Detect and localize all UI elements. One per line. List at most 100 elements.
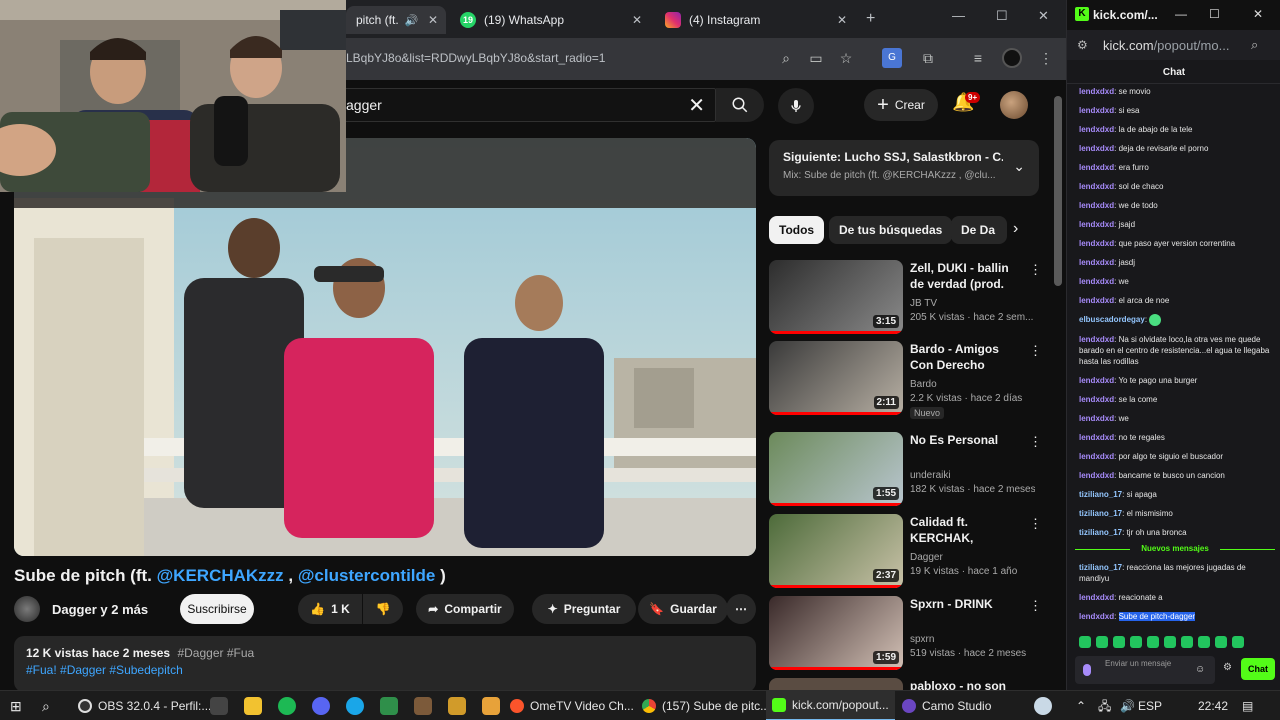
menu-kebab-icon[interactable]: ⋮ <box>1036 48 1056 68</box>
video-thumbnail[interactable]: 2:37 <box>769 514 903 588</box>
taskbar-app-brave[interactable]: OmeTV Video Ch... <box>504 691 640 720</box>
mention-link[interactable]: @clustercontilde <box>298 566 436 585</box>
up-next-panel[interactable]: Siguiente: Lucho SSJ, Salastkbron - C...… <box>769 140 1039 196</box>
chat-username[interactable]: lendxdxd <box>1079 239 1114 248</box>
chevron-right-icon[interactable]: › <box>1013 220 1018 238</box>
taskbar-app-chrome[interactable]: (157) Sube de pitc... <box>636 691 776 720</box>
recommendation-item[interactable]: pabloxo - no son <box>769 678 1039 690</box>
recommendation-channel[interactable]: Dagger <box>910 552 943 563</box>
chat-message-input[interactable]: Enviar un mensaje ☺ <box>1075 656 1215 684</box>
account-avatar[interactable] <box>1000 91 1028 119</box>
channel-avatar[interactable] <box>14 596 40 622</box>
tab-instagram[interactable]: (4) Instagram ✕ <box>655 6 855 34</box>
recommendation-channel[interactable]: Bardo <box>910 379 937 390</box>
video-thumbnail[interactable]: 3:15 <box>769 260 903 334</box>
translate-icon[interactable]: G <box>882 48 902 68</box>
emote-icon[interactable] <box>1164 636 1176 648</box>
scrollbar[interactable] <box>1054 96 1062 286</box>
emote-icon[interactable] <box>1215 636 1227 648</box>
site-info-icon[interactable]: ⚙ <box>1077 38 1088 52</box>
subscribe-button[interactable]: Suscribirse <box>180 594 254 624</box>
chat-username[interactable]: lendxdxd <box>1079 593 1114 602</box>
chat-username[interactable]: tiziliano_17 <box>1079 509 1122 518</box>
chat-username[interactable]: lendxdxd <box>1079 414 1114 423</box>
mention-link[interactable]: @KERCHAKzzz <box>157 566 284 585</box>
emote-icon[interactable] <box>1130 636 1142 648</box>
clock[interactable]: 22:42 <box>1198 696 1228 716</box>
recommendation-item[interactable]: 1:59 Spxrn - DRINK spxrn 519 vistas · ha… <box>769 596 1042 674</box>
chat-username[interactable]: lendxdxd <box>1079 277 1114 286</box>
video-thumbnail[interactable]: 1:55 <box>769 432 903 506</box>
app-icon[interactable] <box>482 697 500 715</box>
chat-username[interactable]: lendxdxd <box>1079 258 1114 267</box>
volume-icon[interactable]: 🔊 <box>1120 696 1135 716</box>
save-button[interactable]: 🔖 Guardar <box>638 594 728 624</box>
notification-center-icon[interactable]: ▤ <box>1242 696 1253 716</box>
emote-icon[interactable] <box>1096 636 1108 648</box>
tab-youtube[interactable]: pitch (ft. 🔊 ✕ <box>346 6 446 34</box>
app-icon[interactable] <box>448 697 466 715</box>
maximize-icon[interactable]: ☐ <box>1209 7 1220 21</box>
chat-username[interactable]: tiziliano_17 <box>1079 563 1122 572</box>
chip-todos[interactable]: Todos <box>769 216 825 244</box>
windows-start-icon[interactable]: ⊞ <box>10 696 22 716</box>
chat-username[interactable]: elbuscadordegay <box>1079 315 1145 324</box>
close-window-icon[interactable]: ✕ <box>1253 7 1263 21</box>
chip-de-dagger[interactable]: De Da <box>951 216 1007 244</box>
folder-icon[interactable] <box>244 697 262 715</box>
bookmark-star-icon[interactable]: ☆ <box>836 48 856 68</box>
recommendation-title[interactable]: Bardo - Amigos Con Derecho (Video ... <box>910 341 1024 375</box>
search-button[interactable] <box>716 88 764 122</box>
video-thumbnail[interactable]: 2:11 <box>769 341 903 415</box>
close-tab-icon[interactable]: ✕ <box>837 13 847 27</box>
create-button[interactable]: + Crear <box>864 89 938 121</box>
spotify-icon[interactable] <box>278 697 296 715</box>
chat-username[interactable]: lendxdxd <box>1079 471 1114 480</box>
emote-icon[interactable] <box>1147 636 1159 648</box>
chat-username[interactable]: lendxdxd <box>1079 296 1114 305</box>
close-tab-icon[interactable]: ✕ <box>428 13 438 27</box>
recommendation-item[interactable]: 3:15 Zell, DUKI - ballin de verdad (prod… <box>769 260 1042 338</box>
chat-username[interactable]: lendxdxd <box>1079 163 1114 172</box>
gear-icon[interactable]: ⚙ <box>1223 662 1232 673</box>
dislike-button[interactable]: 👎 <box>363 594 403 624</box>
extensions-icon[interactable]: ⧉ <box>918 48 938 68</box>
chat-username[interactable]: lendxdxd <box>1079 452 1114 461</box>
recommendation-item[interactable]: 1:55 No Es Personal underaiki 182 K vist… <box>769 432 1042 510</box>
zoom-icon[interactable]: ⌕ <box>1251 37 1258 53</box>
new-messages-divider[interactable]: Nuevos mensajes <box>1075 543 1275 555</box>
chat-username[interactable]: tiziliano_17 <box>1079 528 1122 537</box>
chat-username[interactable]: lendxdxd <box>1079 201 1114 210</box>
chat-username[interactable]: tiziliano_17 <box>1079 490 1122 499</box>
channel-name[interactable]: Dagger y 2 más <box>52 602 148 617</box>
url-text[interactable]: LBqbYJ8o&list=RDDwyLBqbYJ8o&start_radio=… <box>346 51 605 65</box>
tab-whatsapp[interactable]: 19 (19) WhatsApp ✕ <box>450 6 650 34</box>
media-control-icon[interactable]: ≡ <box>968 48 988 68</box>
chat-username[interactable]: lendxdxd <box>1079 182 1114 191</box>
chat-username[interactable]: lendxdxd <box>1079 395 1114 404</box>
recommendation-title[interactable]: Calidad ft. KERCHAK, Clúster... <box>910 514 1024 548</box>
discord-icon[interactable] <box>312 697 330 715</box>
recommendation-channel[interactable]: underaiki <box>910 470 951 481</box>
zoom-icon[interactable]: ⌕ <box>776 48 796 68</box>
weather-icon[interactable] <box>1034 697 1052 715</box>
taskbar-app-camo[interactable]: Camo Studio <box>896 691 997 720</box>
taskbar-app-obs[interactable]: OBS 32.0.4 - Perfil:... <box>72 691 217 720</box>
clear-search-icon[interactable]: ✕ <box>688 93 705 118</box>
chat-username[interactable]: lendxdxd <box>1079 220 1114 229</box>
tray-chevron-icon[interactable]: ⌃ <box>1076 696 1086 716</box>
emote-icon[interactable] <box>1198 636 1210 648</box>
more-vertical-icon[interactable]: ⋮ <box>1029 516 1042 532</box>
recommendation-channel[interactable]: JB TV <box>910 298 937 309</box>
chat-username[interactable]: lendxdxd <box>1079 433 1114 442</box>
emoji-picker-icon[interactable]: ☺ <box>1195 664 1205 675</box>
taskbar-app-kick[interactable]: kick.com/popout... <box>766 691 895 720</box>
minimize-icon[interactable]: — <box>1175 7 1187 21</box>
video-player[interactable] <box>14 138 756 556</box>
recommendation-item[interactable]: 2:11 Bardo - Amigos Con Derecho (Video .… <box>769 341 1042 419</box>
recommendation-channel[interactable]: spxrn <box>910 634 934 645</box>
recommendation-title[interactable]: Zell, DUKI - ballin de verdad (prod. eze… <box>910 260 1024 294</box>
recommendation-item[interactable]: 2:37 Calidad ft. KERCHAK, Clúster... Dag… <box>769 514 1042 592</box>
chat-username[interactable]: lendxdxd <box>1079 106 1114 115</box>
edge-icon[interactable] <box>346 697 364 715</box>
